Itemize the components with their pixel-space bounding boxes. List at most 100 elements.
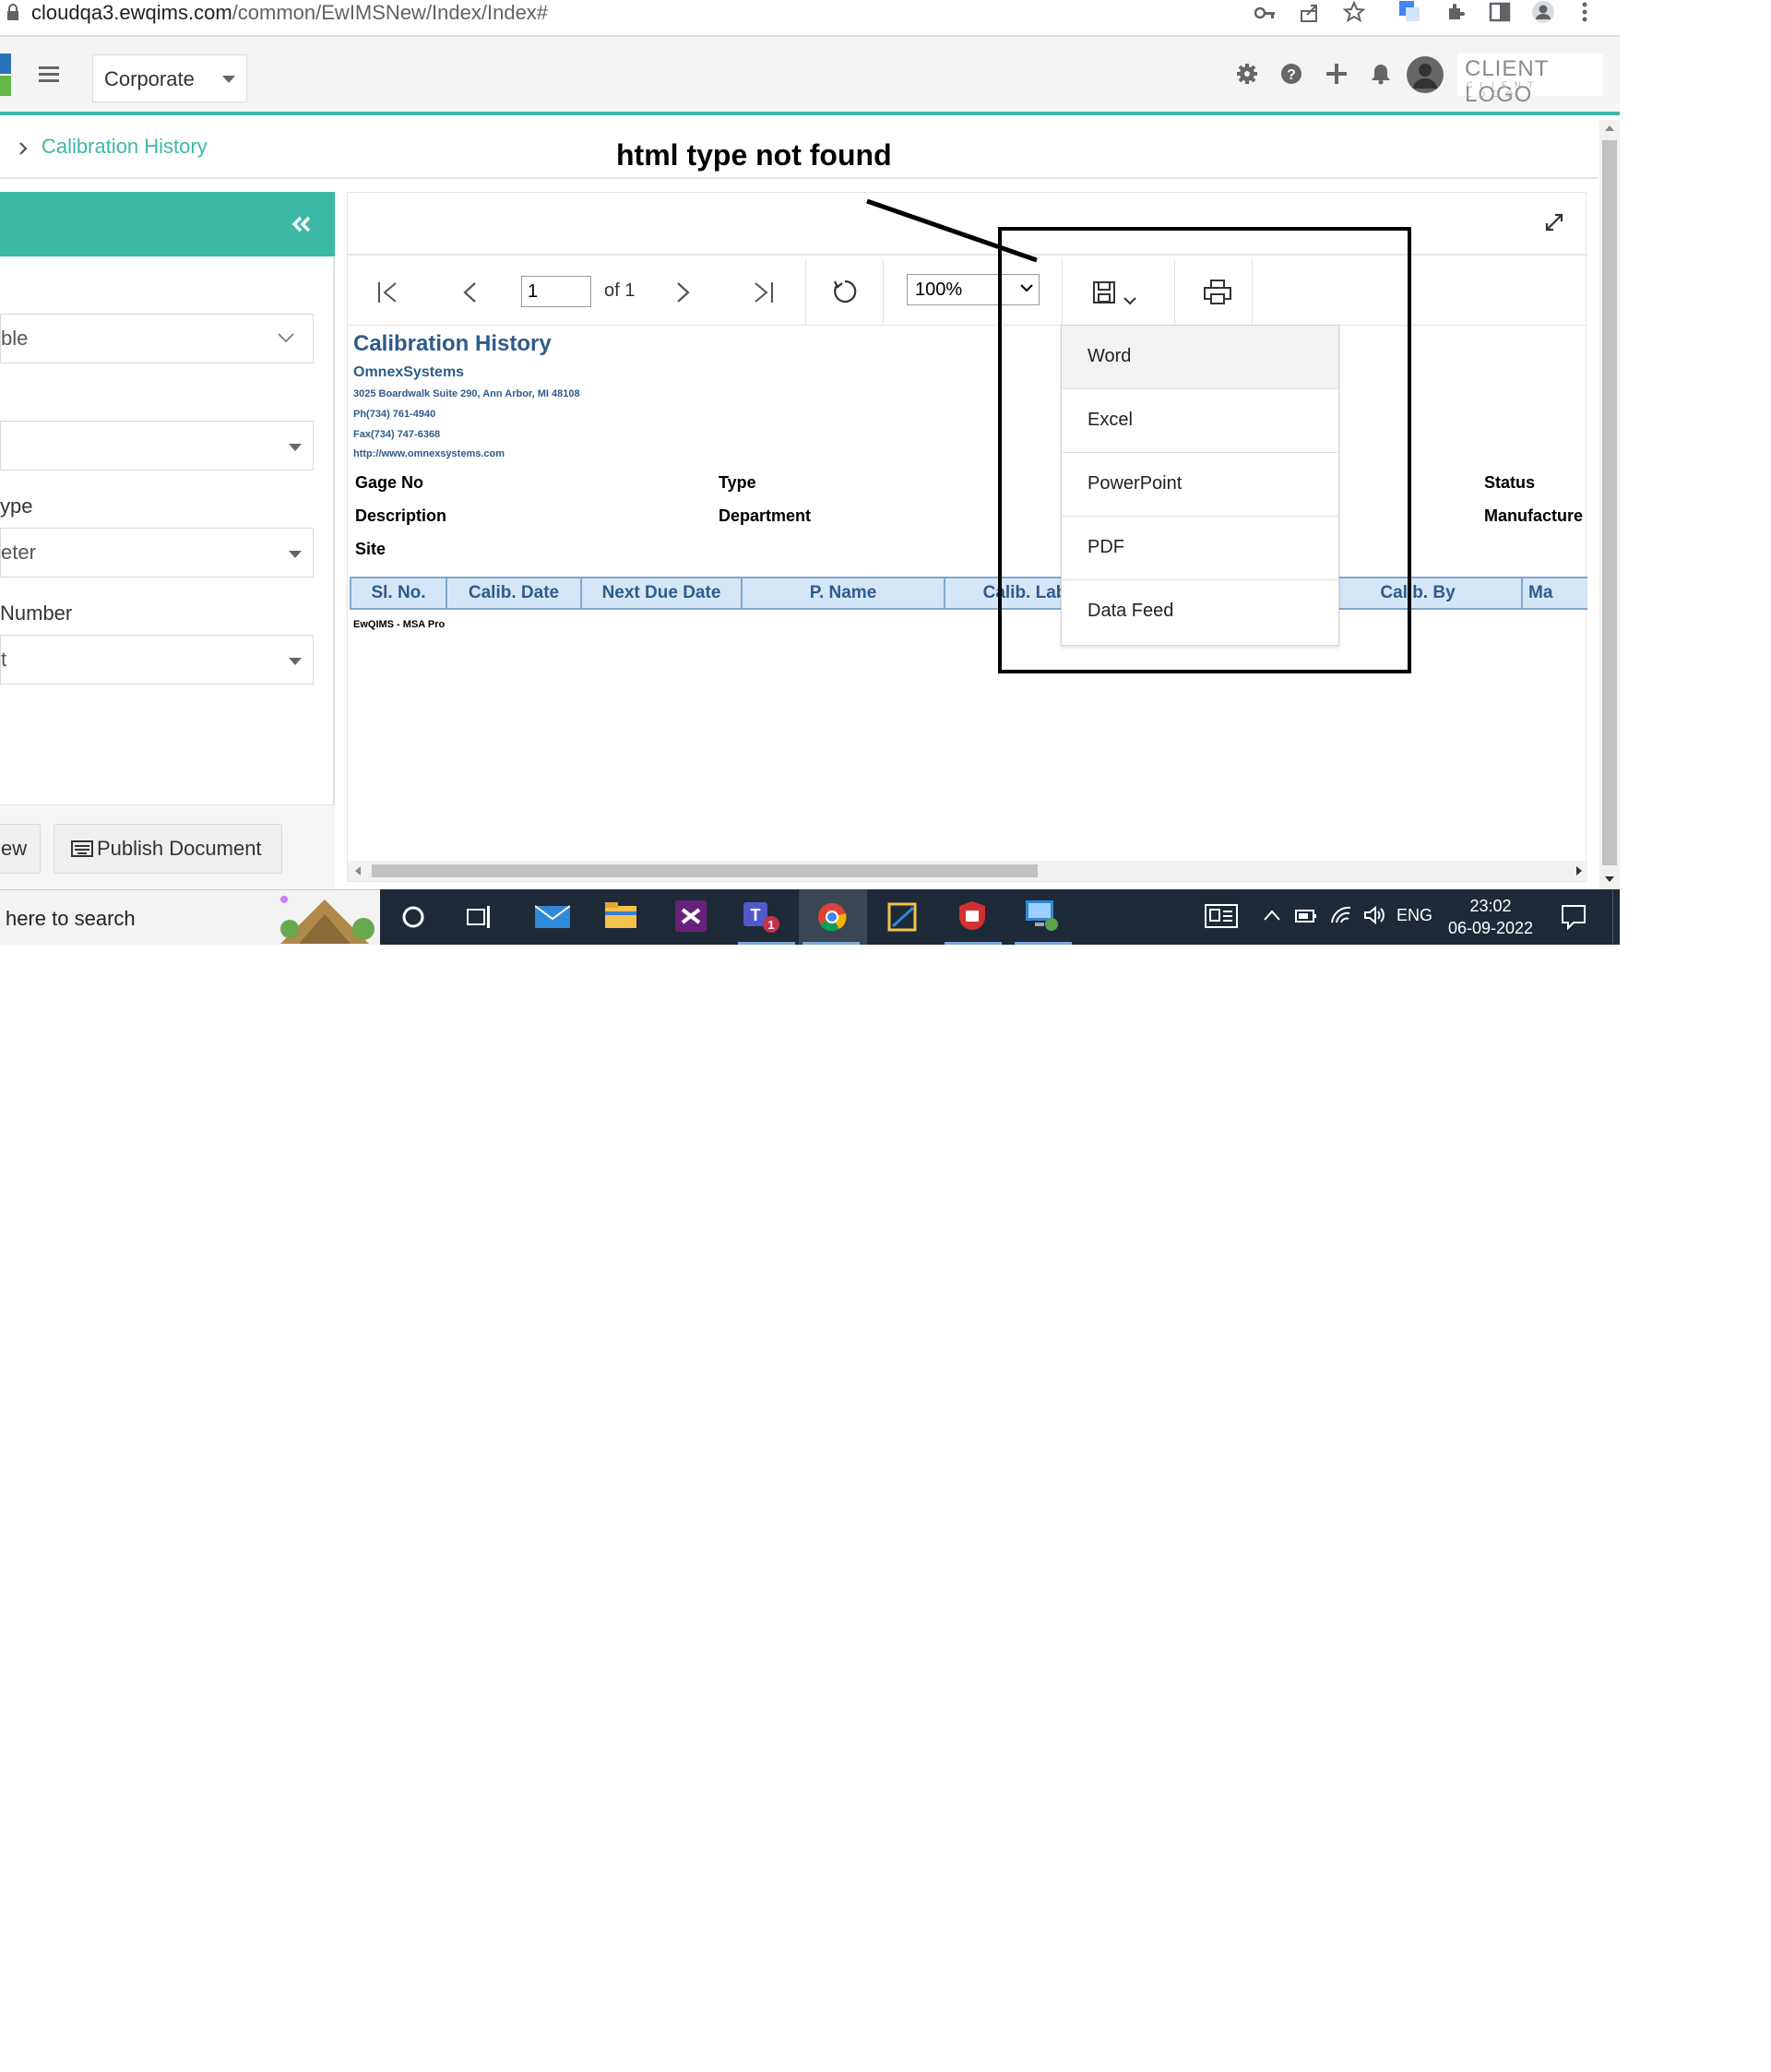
vertical-scroll-thumb[interactable] [1602, 140, 1617, 865]
view-button-label: ew [1, 837, 28, 860]
clock[interactable]: 23:02 06-09-2022 [1444, 895, 1537, 939]
teams-icon[interactable]: T1 [743, 900, 780, 934]
avatar[interactable] [1406, 55, 1444, 94]
report-address: 3025 Boardwalk Suite 290, Ann Arbor, MI … [353, 388, 580, 399]
dropdown-caret-icon [289, 551, 302, 558]
chevron-down-icon [278, 333, 294, 344]
visual-studio-icon[interactable] [675, 900, 707, 932]
chevron-up-icon[interactable] [1264, 910, 1280, 921]
breadcrumb-current[interactable]: Calibration History [42, 135, 208, 159]
label-site: Site [355, 540, 386, 558]
notification-center-icon[interactable] [1561, 904, 1587, 930]
label-type: Type [719, 473, 756, 492]
bookmark-star-icon[interactable] [1343, 1, 1365, 23]
annotation-box [998, 227, 1411, 673]
chevron-down-icon [222, 76, 235, 83]
taskbar-search[interactable]: here to search [0, 889, 380, 945]
battery-icon [1295, 910, 1317, 923]
kebab-menu-icon[interactable] [1581, 2, 1588, 22]
collapse-panel-icon[interactable] [291, 216, 312, 232]
scroll-right-icon[interactable] [1576, 866, 1582, 875]
task-view-icon[interactable] [467, 904, 493, 930]
fullscreen-icon[interactable] [1545, 213, 1563, 232]
search-highlight-icon [271, 892, 380, 944]
label-manufacturer: Manufacture [1484, 506, 1584, 525]
filter-field-3-label: ype [0, 494, 33, 518]
show-desktop-strip[interactable] [1612, 889, 1620, 945]
url-host: cloudqa3.ewqims.com [31, 1, 232, 24]
client-logo: CLIENT LOGO CLIENT LOGO [1457, 54, 1603, 107]
last-page-icon[interactable] [754, 281, 774, 304]
chevron-right-icon [18, 142, 28, 155]
filter-field-1-value: ble [1, 327, 29, 350]
next-page-icon[interactable] [676, 281, 691, 304]
url-text[interactable]: cloudqa3.ewqims.com/common/EwIMSNew/Inde… [31, 0, 548, 26]
key-icon[interactable] [1254, 4, 1277, 22]
profile-icon[interactable] [1531, 0, 1555, 24]
column-header: Sl. No. [351, 578, 447, 608]
report-company: OmnexSystems [353, 364, 465, 380]
translate-icon[interactable] [1398, 0, 1420, 22]
report-website[interactable]: http://www.omnexsystems.com [353, 448, 505, 459]
publish-document-label: Publish Document [97, 837, 262, 860]
help-icon[interactable]: ? [1280, 63, 1302, 85]
view-button[interactable]: ew [0, 824, 41, 874]
filter-field-4[interactable]: t [0, 635, 314, 685]
column-header: P. Name [743, 578, 945, 608]
client-logo-subtext: CLIENT LOGO [1467, 80, 1540, 99]
zoom-value: 100% [915, 280, 963, 300]
page-number-input[interactable] [521, 276, 591, 307]
svg-text:T: T [751, 906, 761, 924]
filter-panel: ble ype eter Number t ew Publish Documen… [0, 192, 335, 889]
filter-field-1[interactable]: ble [0, 314, 314, 363]
share-icon[interactable] [1299, 2, 1321, 24]
report-title: Calibration History [353, 331, 552, 356]
report-footer: EwQIMS - MSA Pro [353, 619, 446, 630]
bell-icon[interactable] [1371, 63, 1391, 85]
running-indicator [738, 942, 795, 945]
filter-field-2[interactable] [0, 421, 314, 470]
svg-text:1: 1 [767, 918, 774, 932]
language-indicator[interactable]: ENG [1397, 906, 1432, 925]
svg-text:?: ? [1287, 67, 1296, 83]
file-explorer-icon[interactable] [605, 902, 638, 930]
scroll-up-icon[interactable] [1605, 125, 1614, 131]
toolbar-separator [805, 259, 806, 326]
url-path: /common/EwIMSNew/Index/Index# [232, 1, 549, 24]
refresh-icon[interactable] [831, 278, 859, 305]
first-page-icon[interactable] [377, 281, 398, 304]
plus-icon[interactable] [1326, 64, 1347, 84]
remote-desktop-icon[interactable] [1026, 900, 1059, 932]
chrome-icon[interactable] [817, 902, 847, 932]
publish-document-button[interactable]: Publish Document [53, 824, 282, 874]
wifi-icon[interactable] [1330, 906, 1352, 924]
news-widget-icon[interactable] [1205, 904, 1238, 928]
snipping-tool-icon[interactable] [887, 902, 919, 932]
cortana-icon[interactable] [402, 906, 424, 928]
column-header: Next Due Date [582, 578, 743, 608]
vertical-scrollbar[interactable] [1599, 120, 1620, 889]
mail-icon[interactable] [535, 904, 570, 930]
site-selector-dropdown[interactable]: Corporate [92, 54, 247, 102]
hamburger-menu-icon[interactable] [39, 66, 59, 83]
running-indicator [802, 942, 860, 945]
scroll-down-icon[interactable] [1605, 876, 1614, 882]
running-indicator [1015, 942, 1072, 945]
scroll-left-icon[interactable] [355, 866, 361, 875]
extensions-icon[interactable] [1444, 1, 1467, 23]
filter-panel-header [0, 192, 335, 256]
volume-icon[interactable] [1363, 906, 1385, 924]
filter-field-3[interactable]: eter [0, 528, 314, 578]
horizontal-scrollbar[interactable] [348, 861, 1587, 881]
gear-icon[interactable] [1236, 63, 1258, 85]
dropdown-caret-icon [289, 444, 302, 451]
horizontal-scroll-thumb[interactable] [372, 864, 1038, 877]
column-header: Ma [1523, 578, 1587, 608]
filter-field-4-label: Number [0, 601, 73, 625]
filter-field-3-value: eter [1, 541, 36, 564]
clock-time: 23:02 [1469, 897, 1512, 915]
security-app-icon[interactable] [957, 900, 987, 932]
side-panel-icon[interactable] [1489, 2, 1511, 22]
app-logo-icon[interactable] [0, 52, 13, 98]
previous-page-icon[interactable] [462, 281, 477, 304]
